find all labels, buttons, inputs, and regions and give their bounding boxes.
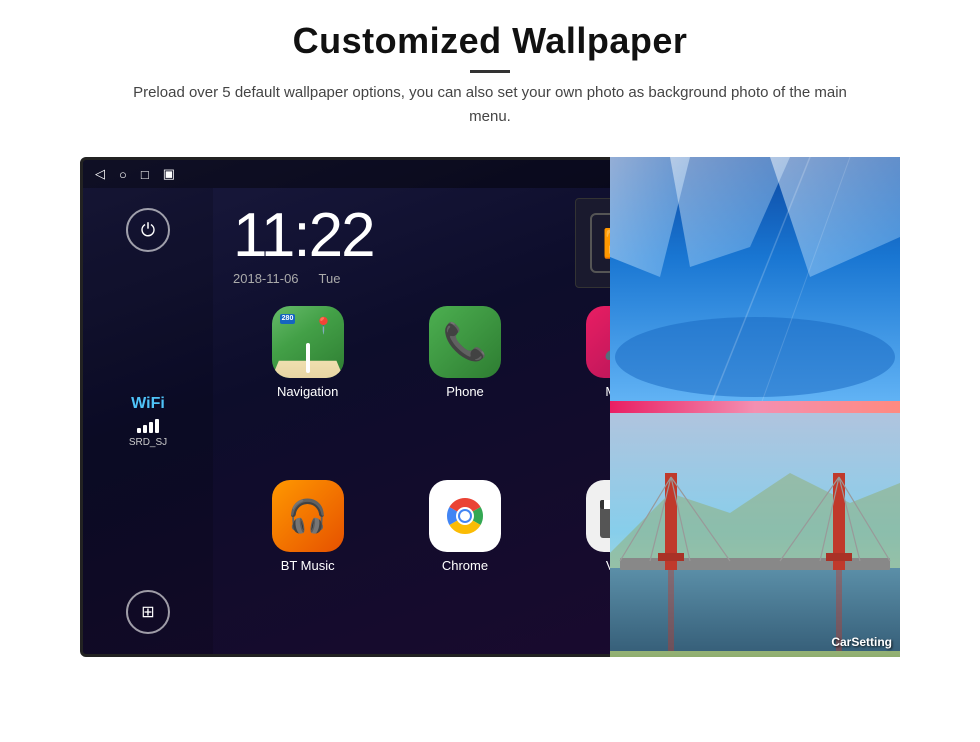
bt-music-label: BT Music [281, 558, 335, 573]
app-item-bt-music[interactable]: 🎧 BT Music [233, 480, 382, 646]
bridge-svg [610, 413, 900, 651]
wifi-label: WiFi [129, 395, 167, 413]
mid-strip-content [610, 401, 900, 413]
wifi-bar-3 [149, 422, 153, 433]
back-icon[interactable]: ◁ [95, 166, 105, 182]
grid-icon: ⊞ [141, 602, 154, 622]
nav-badge: 280 [280, 314, 296, 324]
page-subtitle: Preload over 5 default wallpaper options… [130, 81, 850, 129]
app-item-chrome[interactable]: Chrome [390, 480, 539, 646]
phone-label: Phone [446, 384, 484, 399]
ice-wallpaper-svg [610, 157, 900, 401]
wifi-widget: WiFi SRD_SJ [129, 395, 167, 448]
device-wrapper: ◁ ○ □ ▣ 📍 ▾ 11:22 [80, 157, 900, 667]
clock-day-value: Tue [319, 271, 341, 286]
chrome-svg [439, 490, 491, 542]
clock-section: 11:22 2018-11-06 Tue [233, 200, 555, 286]
title-divider [470, 70, 510, 73]
wifi-bar-2 [143, 425, 147, 433]
bluetooth-glyph: 🎧 [288, 497, 328, 535]
wallpaper-top[interactable] [610, 157, 900, 401]
phone-glyph: 📞 [443, 321, 488, 363]
app-item-navigation[interactable]: 280 📍 Navigation [233, 306, 382, 472]
navigation-icon: 280 📍 [272, 306, 344, 378]
left-sidebar: ⏻ WiFi SRD_SJ ⊞ [83, 188, 213, 654]
page-container: Customized Wallpaper Preload over 5 defa… [0, 0, 980, 742]
nav-road-line [306, 343, 310, 373]
wifi-bar-4 [155, 419, 159, 433]
clock-date: 2018-11-06 Tue [233, 271, 555, 286]
phone-icon: 📞 [429, 306, 501, 378]
clock-time: 11:22 [233, 200, 555, 271]
wifi-ssid: SRD_SJ [129, 437, 167, 448]
chrome-label: Chrome [442, 558, 488, 573]
ice-texture [610, 157, 900, 401]
clock-date-value: 2018-11-06 [233, 271, 299, 286]
home-icon[interactable]: ○ [119, 167, 127, 182]
screenshot-icon[interactable]: ▣ [163, 166, 175, 182]
navigation-label: Navigation [277, 384, 338, 399]
wallpaper-panels: CarSetting [610, 157, 900, 657]
app-item-phone[interactable]: 📞 Phone [390, 306, 539, 472]
bt-music-icon: 🎧 [272, 480, 344, 552]
wifi-bar-1 [137, 428, 141, 433]
car-setting-label[interactable]: CarSetting [831, 635, 892, 649]
chrome-icon [429, 480, 501, 552]
all-apps-button[interactable]: ⊞ [126, 590, 170, 634]
wallpaper-bottom[interactable]: CarSetting [610, 413, 900, 657]
wallpaper-mid-strip [610, 401, 900, 413]
recents-icon[interactable]: □ [141, 167, 149, 182]
page-title: Customized Wallpaper [130, 20, 850, 62]
power-icon: ⏻ [141, 220, 155, 241]
power-button[interactable]: ⏻ [126, 208, 170, 252]
wifi-signal-bars [129, 417, 167, 433]
nav-marker-icon: 📍 [314, 316, 334, 336]
title-section: Customized Wallpaper Preload over 5 defa… [130, 20, 850, 129]
status-bar-left: ◁ ○ □ ▣ [95, 166, 175, 182]
bridge-scene [610, 413, 900, 657]
